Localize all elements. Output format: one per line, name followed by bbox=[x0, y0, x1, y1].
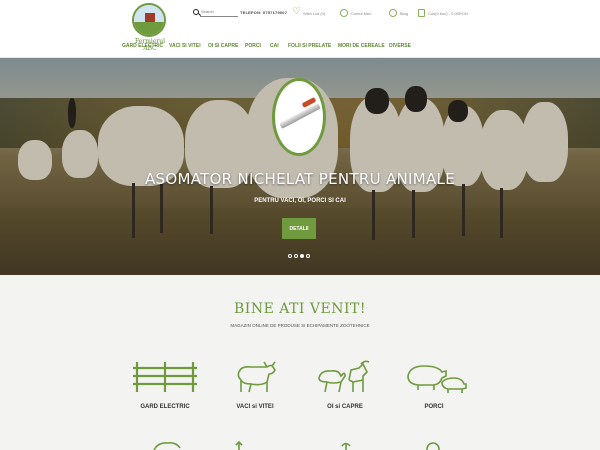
nav-item-cai[interactable]: CAI bbox=[270, 43, 279, 49]
cart-label: Cos(0 buc) - 0,00RON bbox=[428, 10, 468, 16]
slider-dots bbox=[288, 254, 310, 258]
wishlist-label: Wish List (0) bbox=[303, 10, 326, 16]
search-input[interactable] bbox=[200, 7, 238, 17]
nav-item-oi-si-capre[interactable]: OI SI CAPRE bbox=[208, 43, 238, 49]
sheep-goat-icon bbox=[318, 360, 370, 393]
nav-item-diverse[interactable]: DIVERSE bbox=[389, 43, 411, 49]
blog-link[interactable]: Blog bbox=[389, 8, 408, 18]
hero-title: ASOMATOR NICHELAT PENTRU ANIMALE bbox=[144, 170, 455, 188]
account-link[interactable]: Contul Meu bbox=[340, 8, 371, 18]
welcome-title: BINE ATI VENIT! bbox=[234, 301, 366, 317]
slider-dot[interactable] bbox=[288, 254, 292, 258]
phone-number: TELEFON: 0757179007 bbox=[240, 10, 288, 15]
horse-icon bbox=[153, 442, 181, 450]
blog-icon bbox=[389, 9, 397, 17]
plant-icon bbox=[341, 442, 351, 450]
site-header: Fermierul ABC TELEFON: 0757179007 Wish L… bbox=[0, 0, 600, 58]
nav-item-mori-de-cereale[interactable]: MORI DE CEREALE bbox=[338, 43, 385, 49]
slider-dot-active[interactable] bbox=[300, 254, 304, 258]
welcome-subtitle: MAGAZIN ONLINE DE PRODUSE SI ECHIPAMENTE… bbox=[230, 323, 370, 328]
welcome-section: BINE ATI VENIT! MAGAZIN ONLINE DE PRODUS… bbox=[0, 275, 600, 450]
barn-icon bbox=[145, 13, 155, 22]
hero-subtitle: PENTRU VACI, OI, PORCI SI CAI bbox=[254, 198, 346, 204]
category-label: PORCI bbox=[424, 404, 444, 410]
cart-link[interactable]: Cos(0 buc) - 0,00RON bbox=[418, 8, 468, 18]
wishlist-link[interactable]: Wish List (0) bbox=[292, 6, 326, 18]
nav-item-porci[interactable]: PORCI bbox=[245, 43, 261, 49]
user-icon bbox=[340, 9, 348, 17]
heart-icon bbox=[292, 6, 301, 17]
nav-item-vaci-si-vitei[interactable]: VACI SI VITEI bbox=[169, 43, 201, 49]
nav-item-folii-si-prelate[interactable]: FOLII SI PRELATE bbox=[288, 43, 331, 49]
logo-badge[interactable] bbox=[132, 3, 166, 37]
category-label: OI si CAPRE bbox=[327, 404, 363, 410]
slider-dot[interactable] bbox=[306, 254, 310, 258]
main-nav: GARD ELECTRIC VACI SI VITEI OI SI CAPRE … bbox=[116, 43, 416, 53]
grain-mill-icon bbox=[426, 442, 440, 450]
tool-icon bbox=[235, 441, 243, 450]
cow-icon bbox=[237, 361, 276, 393]
bag-icon bbox=[418, 9, 425, 17]
hero-details-button[interactable]: DETALII bbox=[282, 218, 316, 239]
account-label: Contul Meu bbox=[351, 10, 372, 16]
pig-icon bbox=[407, 365, 467, 393]
category-label: GARD ELECTRIC bbox=[140, 404, 190, 410]
category-label: VACI si VITEI bbox=[236, 404, 274, 410]
search-icon[interactable] bbox=[193, 9, 199, 15]
logo-grass bbox=[134, 21, 164, 35]
blog-label: Blog bbox=[400, 10, 409, 16]
slider-dot[interactable] bbox=[294, 254, 298, 258]
fence-icon bbox=[133, 362, 197, 392]
page: Fermierul ABC TELEFON: 0757179007 Wish L… bbox=[0, 0, 600, 450]
nav-item-gard-electric[interactable]: GARD ELECTRIC bbox=[122, 43, 163, 49]
